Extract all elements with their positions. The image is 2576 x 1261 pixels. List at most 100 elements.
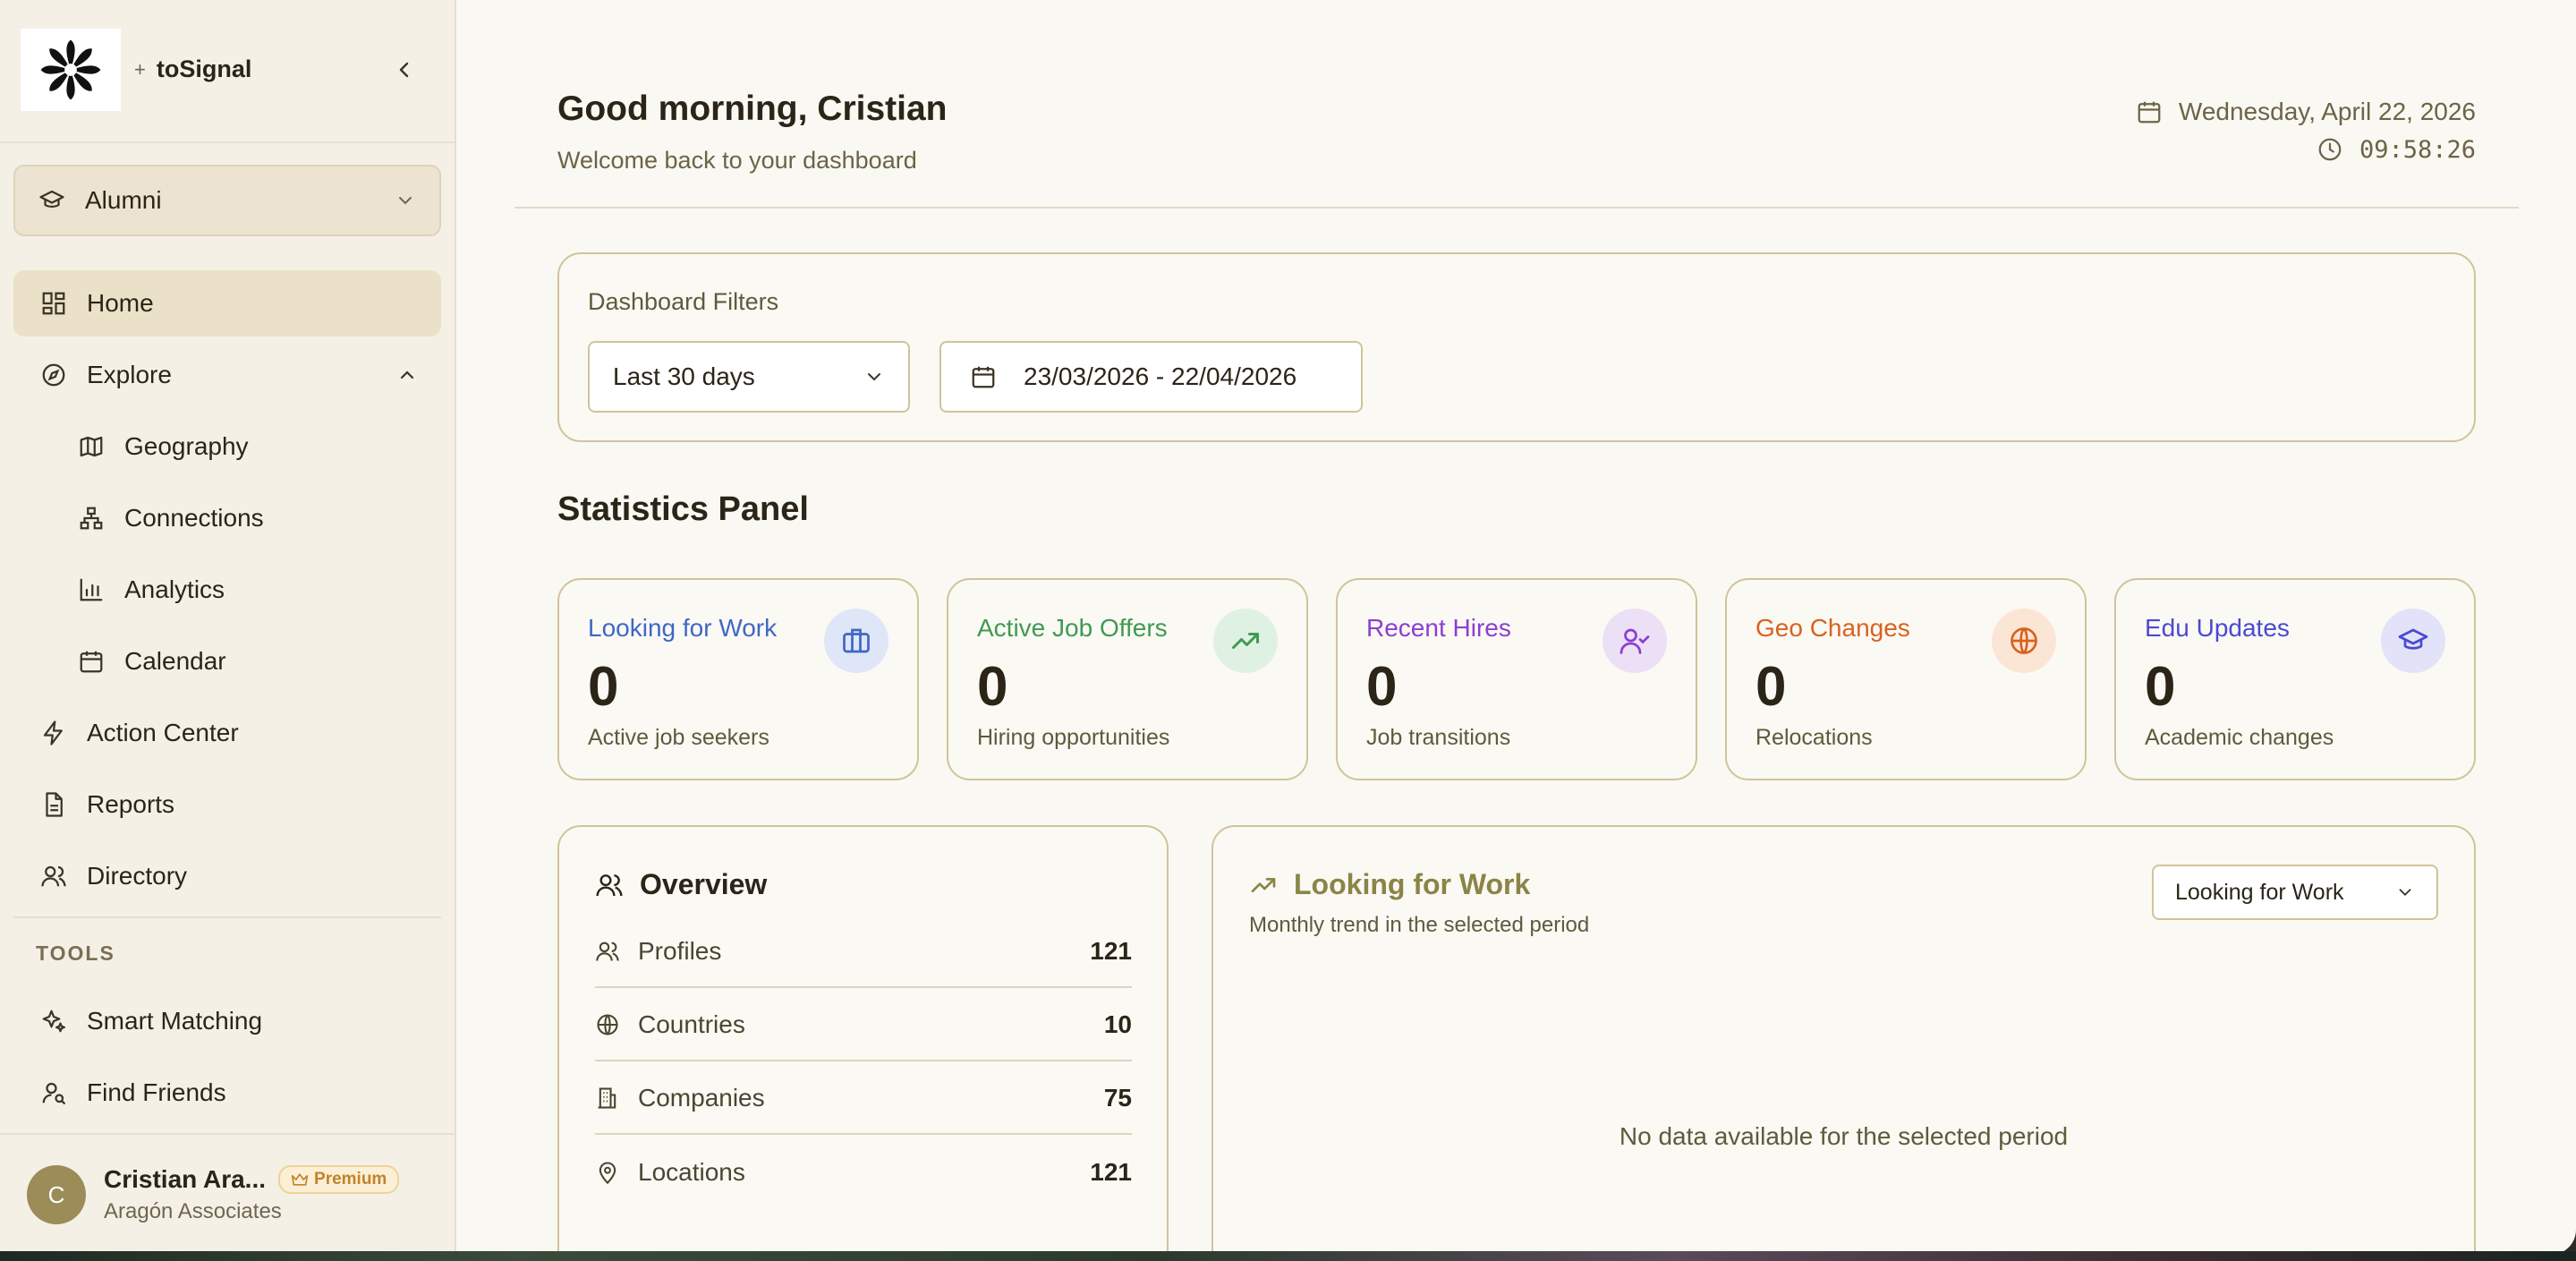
dashboard-grid-icon xyxy=(42,292,65,315)
trend-metric-value: Looking for Work xyxy=(2175,879,2344,905)
user-profile[interactable]: C Cristian Ara... Premium Aragón Associa… xyxy=(0,1133,456,1255)
chevron-down-icon xyxy=(2399,889,2411,897)
date-time: Wednesday, April 22, 2026 09:58:26 xyxy=(2136,93,2476,168)
date-range-value: 23/03/2026 - 22/04/2026 xyxy=(1024,362,1297,390)
stat-card-recent-hires[interactable]: Recent Hires 0 Job transitions xyxy=(1336,578,1697,780)
compass-icon xyxy=(42,363,65,387)
collapse-sidebar-button[interactable] xyxy=(387,52,422,88)
overview-row-label: Locations xyxy=(638,1158,745,1186)
calendar-icon xyxy=(80,651,103,673)
stat-title: Active Job Offers xyxy=(977,614,1168,642)
overview-row-companies: Companies 75 xyxy=(595,1063,1132,1135)
overview-row-value: 75 xyxy=(1103,1084,1132,1112)
trend-title: Looking for Work xyxy=(1294,868,1531,900)
sidebar-divider xyxy=(13,916,441,918)
current-date: Wednesday, April 22, 2026 xyxy=(2178,98,2476,125)
stat-value: 0 xyxy=(2145,656,2176,718)
sidebar-item-label: Smart Matching xyxy=(87,1007,263,1035)
header-divider xyxy=(514,207,2519,209)
sidebar-item-calendar[interactable]: Calendar xyxy=(13,628,441,694)
calendar-icon xyxy=(2138,101,2161,124)
brand-name: toSignal xyxy=(156,55,252,82)
users-icon xyxy=(41,865,66,887)
period-select[interactable]: Last 30 days xyxy=(588,341,910,413)
overview-row-label: Profiles xyxy=(638,937,722,965)
stat-value: 0 xyxy=(977,656,1008,718)
stat-title: Geo Changes xyxy=(1756,614,1910,642)
overview-header: Overview xyxy=(595,868,767,901)
sidebar-item-label: Geography xyxy=(124,432,249,460)
stat-icon-circle xyxy=(824,609,888,673)
user-organization: Aragón Associates xyxy=(104,1199,282,1223)
sidebar-item-directory[interactable]: Directory xyxy=(13,843,441,909)
globe-icon xyxy=(597,1014,618,1035)
overview-title: Overview xyxy=(640,868,768,900)
trending-up-icon xyxy=(1232,633,1259,649)
stat-icon-circle xyxy=(2381,609,2445,673)
dashboard-filters: Dashboard Filters Last 30 days 23/03/202… xyxy=(557,252,2476,442)
workspace-select[interactable]: Alumni xyxy=(13,165,441,236)
logo[interactable] xyxy=(21,29,121,111)
sidebar-item-find-friends[interactable]: Find Friends xyxy=(13,1060,441,1126)
overview-row-value: 121 xyxy=(1090,1158,1132,1186)
sparkles-icon xyxy=(42,1010,65,1033)
sidebar-item-label: Reports xyxy=(87,790,175,818)
sidebar-item-home[interactable]: Home xyxy=(13,270,441,337)
sidebar-item-label: Analytics xyxy=(124,575,225,603)
trend-card: Looking for Work Monthly trend in the se… xyxy=(1211,825,2476,1255)
graduation-cap-icon xyxy=(2398,628,2428,650)
brand: + toSignal xyxy=(134,55,251,83)
stat-card-active-job-offers[interactable]: Active Job Offers 0 Hiring opportunities xyxy=(947,578,1308,780)
stat-card-looking-for-work[interactable]: Looking for Work 0 Active job seekers xyxy=(557,578,919,780)
stat-value: 0 xyxy=(1756,656,1787,718)
sidebar-item-geography[interactable]: Geography xyxy=(13,413,441,480)
chevron-down-icon xyxy=(868,373,880,381)
stat-card-geo-changes[interactable]: Geo Changes 0 Relocations xyxy=(1725,578,2087,780)
sidebar-item-smart-matching[interactable]: Smart Matching xyxy=(13,988,441,1054)
users-icon xyxy=(596,873,623,896)
stat-icon-circle xyxy=(1603,609,1667,673)
stat-value: 0 xyxy=(588,656,619,718)
sidebar-item-reports[interactable]: Reports xyxy=(13,771,441,838)
document-icon xyxy=(46,792,63,817)
sidebar-item-explore[interactable]: Explore xyxy=(13,342,441,408)
empty-state-message: No data available for the selected perio… xyxy=(1619,1122,2069,1150)
time-row: 09:58:26 xyxy=(2136,131,2476,168)
sidebar-item-connections[interactable]: Connections xyxy=(13,485,441,551)
avatar: C xyxy=(27,1165,86,1224)
globe-icon xyxy=(2011,627,2037,654)
building-icon xyxy=(598,1087,616,1109)
overview-row-value: 121 xyxy=(1090,937,1132,965)
desktop-background xyxy=(0,1251,2576,1261)
graduation-cap-icon xyxy=(39,190,64,208)
sidebar-item-action-center[interactable]: Action Center xyxy=(13,700,441,766)
sidebar-divider xyxy=(0,141,456,143)
sidebar-item-label: Calendar xyxy=(124,647,226,675)
sidebar-item-analytics[interactable]: Analytics xyxy=(13,557,441,623)
sidebar-item-label: Home xyxy=(87,289,154,317)
app-window: + toSignal Alumni Home Explore Geography xyxy=(0,0,2576,1255)
stat-subtitle: Job transitions xyxy=(1366,725,1511,750)
user-name: Cristian Ara... xyxy=(104,1165,267,1193)
trend-metric-select[interactable]: Looking for Work xyxy=(2152,865,2438,920)
overview-row-countries: Countries 10 xyxy=(595,990,1132,1061)
stat-subtitle: Relocations xyxy=(1756,725,1873,750)
brand-plus: + xyxy=(134,57,146,81)
stat-card-edu-updates[interactable]: Edu Updates 0 Academic changes xyxy=(2114,578,2476,780)
overview-card: Overview Profiles 121 Countries 10 Compa… xyxy=(557,825,1169,1255)
page-title: Good morning, Cristian xyxy=(557,89,948,128)
stat-title: Looking for Work xyxy=(588,614,778,642)
statistics-panel-title: Statistics Panel xyxy=(557,490,809,528)
overview-row-locations: Locations 121 xyxy=(595,1137,1132,1208)
premium-badge-label: Premium xyxy=(314,1170,387,1189)
user-info: Cristian Ara... Premium Aragón Associate… xyxy=(104,1165,400,1224)
sidebar: + toSignal Alumni Home Explore Geography xyxy=(0,0,456,1255)
user-name-row: Cristian Ara... Premium xyxy=(104,1165,400,1194)
crown-icon xyxy=(291,1173,309,1186)
date-row: Wednesday, April 22, 2026 xyxy=(2136,93,2476,131)
stat-subtitle: Academic changes xyxy=(2145,725,2334,750)
date-range-picker[interactable]: 23/03/2026 - 22/04/2026 xyxy=(939,341,1363,413)
tools-section-label: TOOLS xyxy=(36,941,115,965)
overview-row-label: Companies xyxy=(638,1084,765,1112)
calendar-icon xyxy=(972,366,995,388)
